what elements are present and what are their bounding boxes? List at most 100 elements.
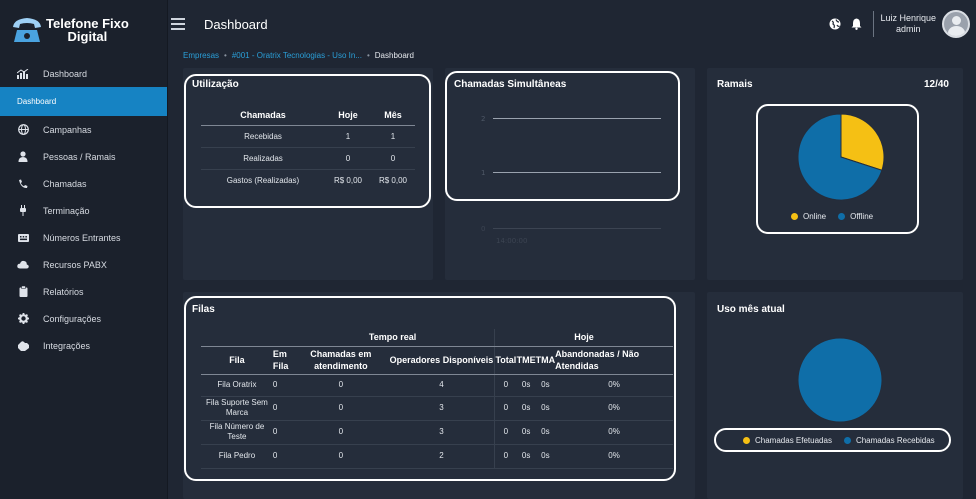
sidebar-item-label: Chamadas: [43, 178, 87, 189]
cell: Gastos (Realizadas): [226, 175, 300, 185]
col-total: Total: [494, 346, 517, 375]
sidebar-subitem-label: Dashboard: [17, 97, 57, 106]
uso-legend: Chamadas Efetuadas Chamadas Recebidas: [743, 436, 935, 445]
col-hoje: Hoje: [325, 105, 371, 126]
cell: 0%: [555, 420, 673, 445]
user-name: Luiz Henrique: [880, 13, 936, 23]
gridline: [493, 118, 661, 119]
avatar[interactable]: [942, 10, 970, 38]
cell: 0s: [516, 374, 536, 397]
cell: 0: [292, 420, 389, 445]
sidebar-item-recursos-pabx[interactable]: Recursos PABX: [0, 251, 167, 278]
tick-label: 2: [481, 115, 486, 123]
table-row: Fila Oratrix 0 0 4 0 0s 0s 0%: [201, 374, 673, 397]
cell: 0: [494, 396, 517, 421]
cell: 4: [388, 374, 495, 397]
sidebar-subitem-dashboard[interactable]: Dashboard: [0, 87, 167, 116]
cell: 0s: [535, 420, 556, 445]
cell: 3: [388, 396, 495, 421]
legend-dot-recebidas: [843, 437, 851, 444]
sidebar-item-label: Recursos PABX: [43, 259, 107, 270]
bell-icon[interactable]: [850, 18, 862, 30]
ramais-pie-chart: [797, 113, 885, 201]
page-title: Dashboard: [204, 16, 268, 32]
simultaneas-card: Chamadas Simultâneas 2 1 0 14:00:00: [445, 68, 695, 280]
brand[interactable]: Telefone Fixo Digital: [0, 0, 167, 60]
cell: 0%: [555, 374, 673, 397]
tick-label: 1: [481, 169, 486, 177]
sidebar-item-label: Configurações: [43, 313, 102, 324]
legend-efetuadas-label: Chamadas Efetuadas: [755, 436, 832, 445]
sidebar-item-numeros-entrantes[interactable]: Números Entrantes: [0, 224, 167, 251]
table-row: Fila Suporte Sem Marca 0 0 3 0 0s 0s 0%: [201, 396, 673, 421]
cell: Fila Suporte Sem Marca: [201, 396, 273, 421]
gridline: [493, 172, 661, 173]
table-header-row: Fila Em Fila Chamadas em atendimento Ope…: [201, 346, 673, 375]
sidebar-item-chamadas[interactable]: Chamadas: [0, 170, 167, 197]
cell: 0: [272, 396, 293, 421]
legend-dot-online: [791, 213, 798, 220]
cell: 0s: [516, 420, 536, 445]
sidebar-item-label: Relatórios: [43, 286, 84, 297]
topbar-right: Luiz Henrique admin: [829, 6, 970, 42]
cell: 1: [371, 125, 415, 148]
globe-icon: [17, 124, 29, 136]
sidebar: Telefone Fixo Digital Dashboard Dashboar…: [0, 0, 168, 499]
cell: 0: [494, 374, 517, 397]
uso-pie-chart: [797, 337, 883, 423]
col-chamadas: Chamadas: [201, 105, 325, 126]
tick-label: 0: [481, 225, 486, 233]
sidebar-item-label: Dashboard: [43, 68, 88, 79]
topbar-divider: [873, 11, 875, 37]
breadcrumb-company[interactable]: #001 - Oratrix Tecnologias - Uso In...: [232, 51, 362, 60]
cell: 0: [272, 420, 293, 445]
breadcrumb-separator: •: [224, 51, 227, 60]
globe-icon[interactable]: [829, 18, 841, 30]
user-info[interactable]: Luiz Henrique admin: [880, 13, 936, 35]
cell: 2: [388, 444, 495, 469]
sidebar-item-relatorios[interactable]: Relatórios: [0, 278, 167, 305]
ramais-title: Ramais: [717, 79, 753, 90]
cell: 0: [325, 147, 371, 170]
sidebar-item-configuracoes[interactable]: Configurações: [0, 305, 167, 332]
sidebar-item-dashboard[interactable]: Dashboard: [0, 60, 167, 87]
group-tempo-real: Tempo real: [201, 329, 495, 347]
cell: 0s: [516, 396, 536, 421]
menu-toggle-icon[interactable]: [171, 18, 185, 30]
uso-title: Uso mês atual: [717, 304, 785, 315]
col-fila: Fila: [201, 346, 273, 375]
cell: 1: [325, 125, 371, 148]
legend-offline-label: Offline: [850, 212, 874, 221]
breadcrumb-empresas[interactable]: Empresas: [183, 51, 219, 60]
table-row: Gastos (Realizadas) R$ 0,00 R$ 0,00: [201, 169, 415, 191]
gridline: [493, 228, 661, 229]
cell: R$ 0,00: [333, 175, 363, 185]
phone-logo-icon: [10, 15, 44, 45]
cell: 0: [494, 444, 517, 469]
sidebar-item-terminacao[interactable]: Terminação: [0, 197, 167, 224]
cell: 0: [494, 420, 517, 445]
cell: 0: [292, 396, 389, 421]
cell: 0: [272, 444, 293, 469]
sidebar-item-integracoes[interactable]: Integrações: [0, 332, 167, 359]
sidebar-item-label: Pessoas / Ramais: [43, 151, 116, 162]
col-tma: TMA: [535, 346, 556, 375]
puzzle-icon: [17, 340, 29, 352]
sidebar-item-campanhas[interactable]: Campanhas: [0, 116, 167, 143]
clipboard-icon: [17, 286, 29, 298]
col-tme: TME: [516, 346, 536, 375]
uso-card: Uso mês atual Chamadas Efetuadas Chamada…: [707, 292, 963, 499]
sidebar-item-label: Integrações: [43, 340, 91, 351]
ramais-card: Ramais 12/40 Online Offline: [707, 68, 963, 280]
breadcrumb: Empresas • #001 - Oratrix Tecnologias - …: [183, 51, 414, 60]
sidebar-item-label: Terminação: [43, 205, 90, 216]
sidebar-nav: Dashboard Dashboard Campanhas Pessoas / …: [0, 60, 167, 359]
cell: 0s: [516, 444, 536, 469]
phone-icon: [17, 178, 29, 190]
col-em-fila: Em Fila: [272, 346, 293, 375]
sidebar-item-pessoas-ramais[interactable]: Pessoas / Ramais: [0, 143, 167, 170]
utilizacao-card: Utilização Chamadas Hoje Mês Recebidas 1…: [183, 68, 433, 280]
pie-slice-chamadas-recebidas[interactable]: [797, 337, 883, 423]
filas-title: Filas: [192, 304, 215, 315]
user-role: admin: [895, 24, 921, 34]
